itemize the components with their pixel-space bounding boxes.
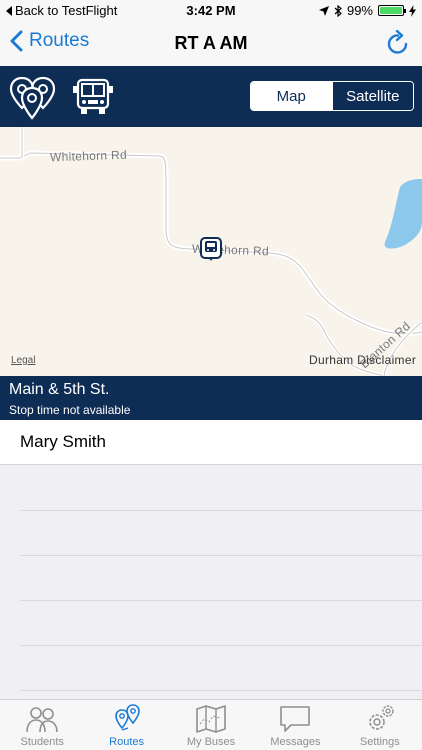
divider (20, 510, 422, 511)
students-icon (26, 707, 59, 733)
navigation-bar: Routes RT A AM (0, 22, 422, 66)
refresh-button[interactable] (386, 29, 410, 61)
stops-pins-button[interactable] (8, 74, 58, 125)
back-to-app-label: Back to TestFlight (15, 3, 118, 18)
stop-info-band: Main & 5th St. Stop time not available (0, 376, 422, 420)
refresh-icon (387, 29, 408, 54)
water-area (384, 179, 422, 249)
bus-button[interactable] (72, 78, 114, 121)
tab-bar: Students Routes My Buses Messages Settin… (0, 699, 422, 750)
charging-bolt-icon (409, 4, 416, 17)
back-to-app-link[interactable]: Back to TestFlight (6, 3, 117, 18)
location-arrow-icon (318, 5, 329, 16)
routes-back-label: Routes (29, 30, 90, 51)
divider (20, 690, 422, 691)
route-map[interactable]: Whitehorn Rd Whitehorn Rd Durham Disclai… (0, 127, 422, 376)
map-option[interactable]: Map (251, 82, 332, 110)
tab-settings[interactable]: Settings (338, 700, 422, 750)
tab-students-label: Students (20, 736, 64, 748)
stop-name: Main & 5th St. (9, 381, 110, 398)
routes-icon (114, 704, 140, 731)
tab-messages[interactable]: Messages (253, 700, 337, 750)
route-header: Map Satellite (0, 66, 422, 127)
status-bar: Back to TestFlight 3:42 PM 99% (0, 0, 422, 22)
road-label: Whitehorn Rd (49, 147, 128, 165)
list-item[interactable]: Mary Smith (0, 420, 422, 465)
tab-routes-label: Routes (109, 736, 145, 748)
status-indicators: 99% (318, 3, 416, 18)
bus-location-marker[interactable] (200, 237, 222, 266)
back-triangle-icon (6, 5, 12, 16)
tab-my-buses[interactable]: My Buses (169, 700, 253, 750)
map-icon (196, 705, 226, 733)
school-bus-icon (73, 78, 113, 114)
gear-icon (369, 705, 394, 730)
location-pins-icon (9, 76, 56, 120)
tab-students[interactable]: Students (0, 700, 84, 750)
tab-messages-label: Messages (270, 736, 321, 748)
divider (20, 600, 422, 601)
map-type-toggle: Map Satellite (250, 81, 414, 111)
message-icon (280, 706, 311, 732)
chevron-left-icon (10, 30, 23, 52)
stop-time: Stop time not available (9, 403, 131, 417)
bluetooth-icon (334, 4, 342, 17)
legal-link[interactable]: Legal (11, 355, 35, 366)
routes-back-button[interactable]: Routes (10, 30, 89, 52)
bus-marker-icon (200, 237, 222, 261)
battery-icon (378, 5, 406, 16)
satellite-option[interactable]: Satellite (331, 82, 413, 110)
student-list: Mary Smith (0, 420, 422, 465)
tab-routes[interactable]: Routes (84, 700, 168, 750)
battery-percent: 99% (346, 3, 373, 18)
tab-settings-label: Settings (359, 736, 400, 748)
divider (20, 555, 422, 556)
divider (20, 645, 422, 646)
tab-my-buses-label: My Buses (186, 736, 236, 748)
